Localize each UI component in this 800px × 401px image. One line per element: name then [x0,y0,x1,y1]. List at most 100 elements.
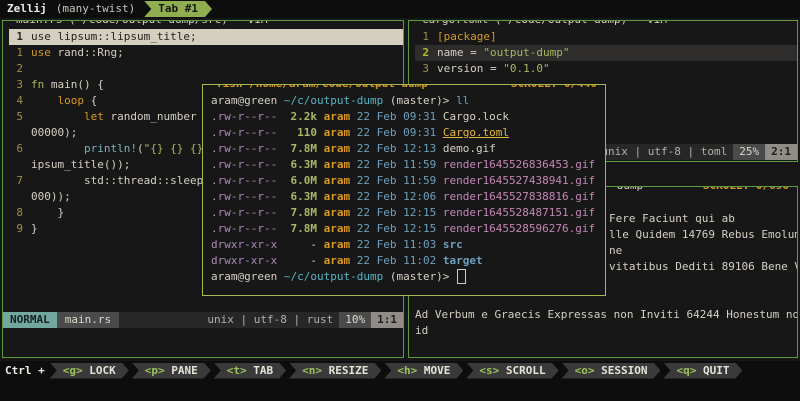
text-segment: version [437,61,483,77]
keybind-key: <h> [397,364,424,377]
keybind-resize: <n> RESIZE [289,363,381,379]
line-number: 1 [415,29,429,45]
keybind-key: <t> [227,364,254,377]
text-segment: aram@green [211,269,284,285]
text-segment: .rw-r--r-- [211,173,277,189]
text-fragment: vitatibus Dediti 89106 Bene Viv [609,259,798,275]
terminal-line: drwxr-xr-x - aram 22 Feb 11:03 src [211,237,605,253]
scroll-indicator: SCROLL: 0/440 [507,84,601,92]
terminal-line: aram@green ~/c/output-dump (master)> ll [211,93,605,109]
fish-terminal[interactable]: aram@green ~/c/output-dump (master)> ll.… [203,85,605,285]
text-segment: println! [84,141,137,157]
terminal-line: .rw-r--r-- 7.8M aram 22 Feb 12:13 demo.g… [211,141,605,157]
code-line: 2 [9,61,403,77]
text-segment: render1645526836453.gif [443,157,595,173]
line-number: 1 [9,29,23,45]
text-segment: render1645527438941.gif [443,173,595,189]
text-segment: 22 Feb 09:31 [350,109,436,125]
text-segment: ~/c/output-dump [284,93,390,109]
text-segment: "0.1.0" [503,61,549,77]
text-segment: aram [317,157,350,173]
text-segment: use lipsum::lipsum_title; [31,29,197,45]
text-segment: aram [317,109,350,125]
text-segment: - [277,253,317,269]
keybind-pane: <p> PANE [132,363,211,379]
terminal-cursor [457,269,466,284]
text-line: Ad Verbum e Graecis Expressas non Inviti… [415,307,798,323]
text-segment: demo.gif [436,141,496,157]
terminal-line: .rw-r--r-- 6.3M aram 22 Feb 11:59 render… [211,157,605,173]
keybind-key: <g> [63,364,90,377]
text-segment: aram [317,253,350,269]
text-segment [436,157,443,173]
text-segment: 22 Feb 09:31 [350,125,436,141]
statusline-percent: 10% [339,312,371,328]
code-line: 1 use lipsum::lipsum_title; [9,29,403,45]
line-number: 1 [9,45,23,61]
status-message-bar: (FLOATING PANES VISIBLE): Press Ctrl-p +… [0,380,800,401]
text-segment: 22 Feb 11:02 [350,253,436,269]
terminal-line: .rw-r--r-- 7.8M aram 22 Feb 12:15 render… [211,205,605,221]
code-line: 1 use rand::Rng; [9,45,403,61]
keybind-label: SESSION [601,364,647,377]
text-segment: .rw-r--r-- [211,205,277,221]
tab-1[interactable]: Tab #1 [144,1,212,17]
text-segment: 22 Feb 12:15 [350,221,436,237]
text-segment: main() { [44,77,104,93]
text-segment: rand::Rng; [51,45,124,61]
text-segment: Cargo.lock [436,109,509,125]
terminal-line: drwxr-xr-x - aram 22 Feb 11:02 target [211,253,605,269]
keybind-label: MOVE [424,364,451,377]
editor-cargo-toml: 1[package]2name = "output-dump"3version … [409,21,797,77]
text-segment: .rw-r--r-- [211,141,277,157]
text-segment: use [31,45,51,61]
vim-mode-indicator: NORMAL [3,312,57,328]
statusline-fileinfo: unix | utf-8 | toml [595,144,733,160]
text-segment: ~/c/output-dump [284,269,390,285]
text-segment: 7.8M [277,221,317,237]
text-segment: (master)> [390,93,456,109]
text-segment: = [464,45,484,61]
text-segment [436,237,443,253]
text-segment: 7.8M [277,205,317,221]
line-number [9,125,23,141]
line-number: 8 [9,205,23,221]
text-segment: 6.0M [277,173,317,189]
keybind-label: RESIZE [329,364,369,377]
line-number [9,157,23,173]
text-segment [436,189,443,205]
terminal-line: .rw-r--r-- 7.8M aram 22 Feb 12:15 render… [211,221,605,237]
text-segment: 7.8M [277,141,317,157]
text-segment: render1645527838816.gif [443,189,595,205]
text-line: id [415,323,428,339]
keybind-label: QUIT [703,364,730,377]
text-segment: ll [456,93,469,109]
keybind-quit: <q> QUIT [663,363,742,379]
line-number: 3 [415,61,429,77]
text-segment: 110 [277,125,317,141]
text-segment: ( [137,141,144,157]
text-segment: } [31,221,38,237]
text-segment [436,205,443,221]
text-segment [31,141,84,157]
floating-pane-fish[interactable]: fish /home/aram/code/output-dump SCROLL:… [202,84,606,296]
text-segment: .rw-r--r-- [211,157,277,173]
keybind-session: <o> SESSION [562,363,661,379]
text-segment: .rw-r--r-- [211,189,277,205]
text-segment: aram [317,205,350,221]
text-segment: 6.3M [277,189,317,205]
text-segment: name [437,45,464,61]
keybind-key: <n> [302,364,329,377]
statusline-filler [119,312,201,328]
text-segment: 22 Feb 11:03 [350,237,436,253]
text-segment [31,109,84,125]
code-line: 2name = "output-dump" [415,45,797,61]
text-segment: aram [317,189,350,205]
keybind-bar: Ctrl + <g> LOCK<p> PANE<t> TAB<n> RESIZE… [0,361,800,380]
pane-title-cargo-toml: Cargo.toml (~/code/output-dump) - VIM [417,20,672,28]
line-number: 2 [9,61,23,77]
text-segment: { [84,93,97,109]
text-segment: aram [317,141,350,157]
keybind-label: SCROLL [506,364,546,377]
line-number: 6 [9,141,23,157]
